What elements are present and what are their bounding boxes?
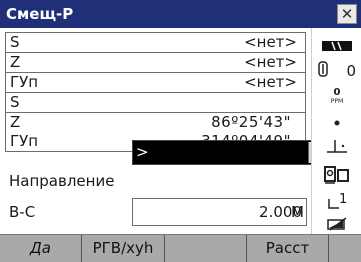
row-value: <нет> (244, 73, 297, 91)
prism-status: 0 (312, 59, 361, 83)
bc-distance-field[interactable]: 2.000 (132, 198, 307, 226)
row-value: 86º25'43" (211, 113, 291, 131)
ppm-label: PPM (330, 98, 344, 105)
measure-mode-icon (312, 162, 361, 188)
row-label: Z (10, 113, 21, 131)
direction-label: Направление (9, 172, 115, 190)
panel1-row-z: Z <нет> (6, 53, 305, 73)
battery-icon (312, 214, 361, 234)
row-value: <нет> (244, 33, 297, 51)
row-label: ГУп (10, 73, 39, 91)
row-value: <нет> (244, 53, 297, 71)
direction-select[interactable]: > (132, 140, 330, 165)
softkey-empty-3[interactable] (165, 235, 247, 262)
softkey-empty-5[interactable] (329, 235, 361, 262)
bc-unit: М (291, 203, 304, 221)
bc-label: В-С (9, 203, 36, 221)
close-icon[interactable]: ✕ (337, 4, 357, 24)
window-title: Смещ-Р (6, 5, 74, 23)
prism-icon (318, 61, 328, 81)
row-label: Z (10, 53, 21, 71)
face-indicator-icon: 1 (312, 190, 361, 214)
softkey-distance[interactable]: Расст (247, 235, 329, 262)
softkey-rgv-xyh[interactable]: РГВ/xyh (82, 235, 165, 262)
row-label: ГУп (10, 132, 39, 150)
row-label: S (10, 93, 20, 111)
panel2-row-s: S (6, 93, 305, 113)
softkey-yes[interactable]: Да (0, 235, 82, 262)
level-icon (312, 134, 361, 160)
prism-constant: 0 (346, 62, 356, 80)
status-sidebar: 0 0 PPM 1 (311, 28, 361, 234)
ppm-status: 0 PPM (312, 84, 361, 110)
direction-selected-value: > (136, 143, 149, 161)
face-value: 1 (339, 192, 348, 207)
title-bar: Смещ-Р ✕ (0, 0, 361, 28)
ppm-value: 0 (333, 87, 341, 98)
signal-strength-icon (312, 34, 361, 58)
target-point-panel: S <нет> Z <нет> ГУп <нет> (5, 32, 306, 93)
tilt-indicator-icon (312, 112, 361, 134)
row-label: S (10, 33, 20, 51)
panel2-row-z: Z 86º25'43" (6, 113, 305, 132)
softkey-bar: Да РГВ/xyh Расст (0, 234, 361, 262)
panel1-row-hz: ГУп <нет> (6, 73, 305, 92)
panel1-row-s: S <нет> (6, 33, 305, 53)
